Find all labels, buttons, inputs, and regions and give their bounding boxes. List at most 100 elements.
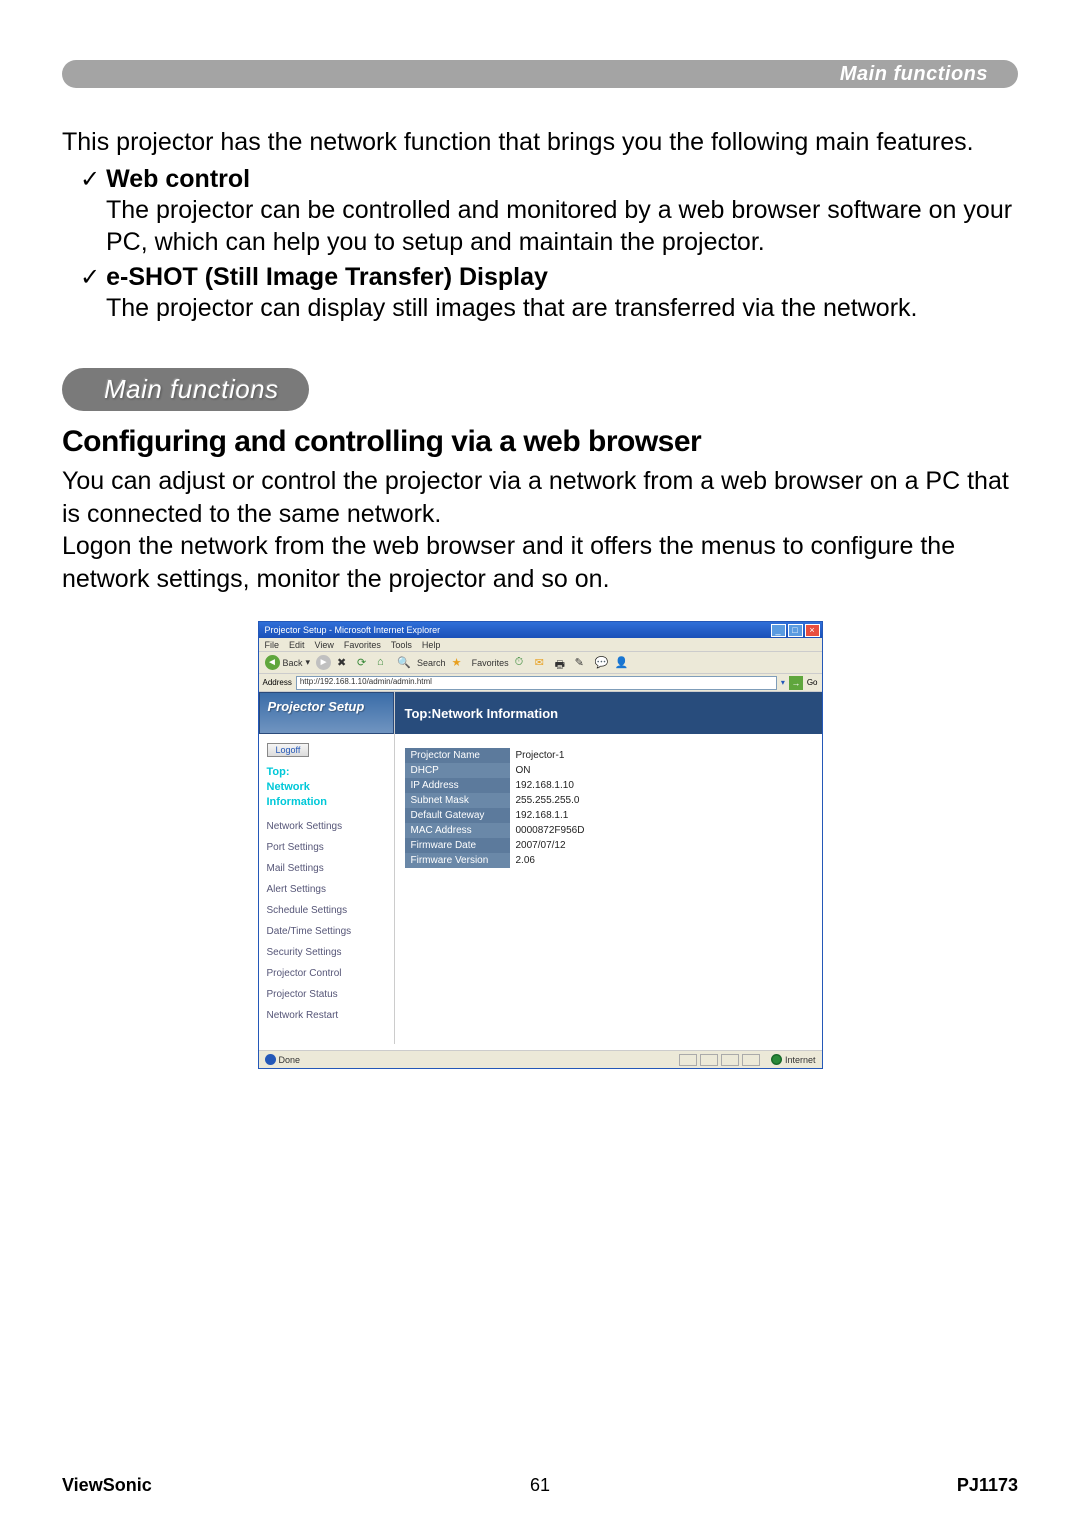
sidebar-item-projector-status[interactable]: Projector Status <box>259 984 394 1005</box>
print-icon[interactable]: 🖶 <box>555 656 569 670</box>
sidebar-item-mail-settings[interactable]: Mail Settings <box>259 858 394 879</box>
forward-button[interactable]: ► <box>316 655 331 670</box>
menu-file[interactable]: File <box>265 640 280 649</box>
ie-content: Projector Setup Logoff Top: Network Info… <box>259 692 822 1044</box>
section-body-1: You can adjust or control the projector … <box>62 465 1018 530</box>
feature-desc: The projector can display still images t… <box>106 292 1018 325</box>
checkmark-icon: ✓ <box>80 166 100 193</box>
browser-screenshot: Projector Setup - Microsoft Internet Exp… <box>258 621 823 1069</box>
feature-title: Web control <box>106 165 250 193</box>
logoff-button[interactable]: Logoff <box>267 743 310 757</box>
favorites-label[interactable]: Favorites <box>472 658 509 668</box>
sidebar-item-schedule-settings[interactable]: Schedule Settings <box>259 900 394 921</box>
feature-desc: The projector can be controlled and moni… <box>106 194 1018 259</box>
info-label: Subnet Mask <box>405 793 510 808</box>
info-value: 2.06 <box>510 853 685 868</box>
table-row: DHCPON <box>405 763 685 778</box>
info-label: IP Address <box>405 778 510 793</box>
header-bar: Main functions <box>62 60 1018 88</box>
sidebar-item-network-settings[interactable]: Network Settings <box>259 816 394 837</box>
sidebar-item-network-restart[interactable]: Network Restart <box>259 1005 394 1026</box>
footer-model: PJ1173 <box>957 1475 1018 1496</box>
home-icon[interactable]: ⌂ <box>377 656 391 670</box>
ie-window-title: Projector Setup - Microsoft Internet Exp… <box>265 625 441 635</box>
projector-sidebar: Projector Setup Logoff Top: Network Info… <box>259 692 395 1044</box>
info-label: Default Gateway <box>405 808 510 823</box>
table-row: Projector NameProjector-1 <box>405 748 685 763</box>
address-input[interactable]: http://192.168.1.10/admin/admin.html <box>296 676 777 690</box>
info-value: 192.168.1.1 <box>510 808 685 823</box>
checkmark-icon: ✓ <box>80 264 100 291</box>
ie-menubar: File Edit View Favorites Tools Help <box>259 638 822 652</box>
search-icon[interactable]: 🔍 <box>397 656 411 670</box>
go-button[interactable]: → <box>789 676 803 690</box>
section-heading: Configuring and controlling via a web br… <box>62 425 1018 459</box>
info-label: Firmware Date <box>405 838 510 853</box>
maximize-icon[interactable]: □ <box>788 624 803 637</box>
stop-icon[interactable]: ✖ <box>337 656 351 670</box>
info-value: 2007/07/12 <box>510 838 685 853</box>
back-button[interactable]: ◄ Back ▾ <box>265 655 311 670</box>
section-body-2: Logon the network from the web browser a… <box>62 530 1018 595</box>
discuss-icon[interactable]: 💬 <box>595 656 609 670</box>
page-footer: ViewSonic 61 PJ1173 <box>62 1475 1018 1496</box>
address-label: Address <box>263 678 292 687</box>
address-dropdown-icon[interactable]: ▾ <box>781 678 785 687</box>
sidebar-item-projector-control[interactable]: Projector Control <box>259 963 394 984</box>
sidebar-item-security-settings[interactable]: Security Settings <box>259 942 394 963</box>
header-bar-text: Main functions <box>840 63 988 86</box>
minimize-icon[interactable]: _ <box>771 624 786 637</box>
ie-statusbar: Done Internet <box>259 1050 822 1068</box>
history-icon[interactable]: ⏱ <box>515 656 529 670</box>
table-row: Subnet Mask255.255.255.0 <box>405 793 685 808</box>
refresh-icon[interactable]: ⟳ <box>357 656 371 670</box>
info-label: Firmware Version <box>405 853 510 868</box>
footer-brand: ViewSonic <box>62 1475 152 1496</box>
close-icon[interactable]: × <box>805 624 820 637</box>
info-label: Projector Name <box>405 748 510 763</box>
mail-icon[interactable]: ✉ <box>535 656 549 670</box>
edit-icon[interactable]: ✎ <box>575 656 589 670</box>
menu-favorites[interactable]: Favorites <box>344 640 381 649</box>
search-label[interactable]: Search <box>417 658 446 668</box>
status-done: Done <box>279 1055 301 1065</box>
table-row: IP Address192.168.1.10 <box>405 778 685 793</box>
menu-tools[interactable]: Tools <box>391 640 412 649</box>
ie-titlebar: Projector Setup - Microsoft Internet Exp… <box>259 622 822 638</box>
sidebar-item-datetime-settings[interactable]: Date/Time Settings <box>259 921 394 942</box>
sidebar-top-label: Top: <box>259 764 394 779</box>
back-arrow-icon: ◄ <box>265 655 280 670</box>
favorites-icon[interactable]: ★ <box>452 656 466 670</box>
statusbar-panes <box>679 1054 760 1066</box>
back-label: Back <box>283 658 303 668</box>
table-row: Firmware Version2.06 <box>405 853 685 868</box>
menu-edit[interactable]: Edit <box>289 640 305 649</box>
section-pill-text: Main functions <box>104 374 279 404</box>
feature-eshot: ✓e-SHOT (Still Image Transfer) Display T… <box>80 263 1018 325</box>
menu-view[interactable]: View <box>315 640 334 649</box>
sidebar-item-port-settings[interactable]: Port Settings <box>259 837 394 858</box>
ie-addressbar: Address http://192.168.1.10/admin/admin.… <box>259 674 822 692</box>
info-label: MAC Address <box>405 823 510 838</box>
main-header: Top:Network Information <box>395 692 822 734</box>
info-value: 192.168.1.10 <box>510 778 685 793</box>
sidebar-network-label: Network <box>259 779 394 794</box>
info-value: Projector-1 <box>510 748 685 763</box>
table-row: Default Gateway192.168.1.1 <box>405 808 685 823</box>
table-row: MAC Address0000872F956D <box>405 823 685 838</box>
network-info-table: Projector NameProjector-1 DHCPON IP Addr… <box>405 748 685 868</box>
intro-paragraph: This projector has the network function … <box>62 126 1018 159</box>
dropdown-icon: ▾ <box>306 657 311 668</box>
ie-page-icon <box>265 1054 276 1065</box>
messenger-icon[interactable]: 👤 <box>615 656 629 670</box>
info-label: DHCP <box>405 763 510 778</box>
sidebar-logo: Projector Setup <box>259 692 394 734</box>
menu-help[interactable]: Help <box>422 640 441 649</box>
feature-title: e-SHOT (Still Image Transfer) Display <box>106 263 548 291</box>
go-label: Go <box>807 678 818 687</box>
info-value: 255.255.255.0 <box>510 793 685 808</box>
sidebar-item-alert-settings[interactable]: Alert Settings <box>259 879 394 900</box>
ie-toolbar: ◄ Back ▾ ► ✖ ⟳ ⌂ 🔍 Search ★ Favorites ⏱ … <box>259 652 822 674</box>
status-zone: Internet <box>785 1055 816 1065</box>
projector-main: Top:Network Information Projector NamePr… <box>395 692 822 1044</box>
